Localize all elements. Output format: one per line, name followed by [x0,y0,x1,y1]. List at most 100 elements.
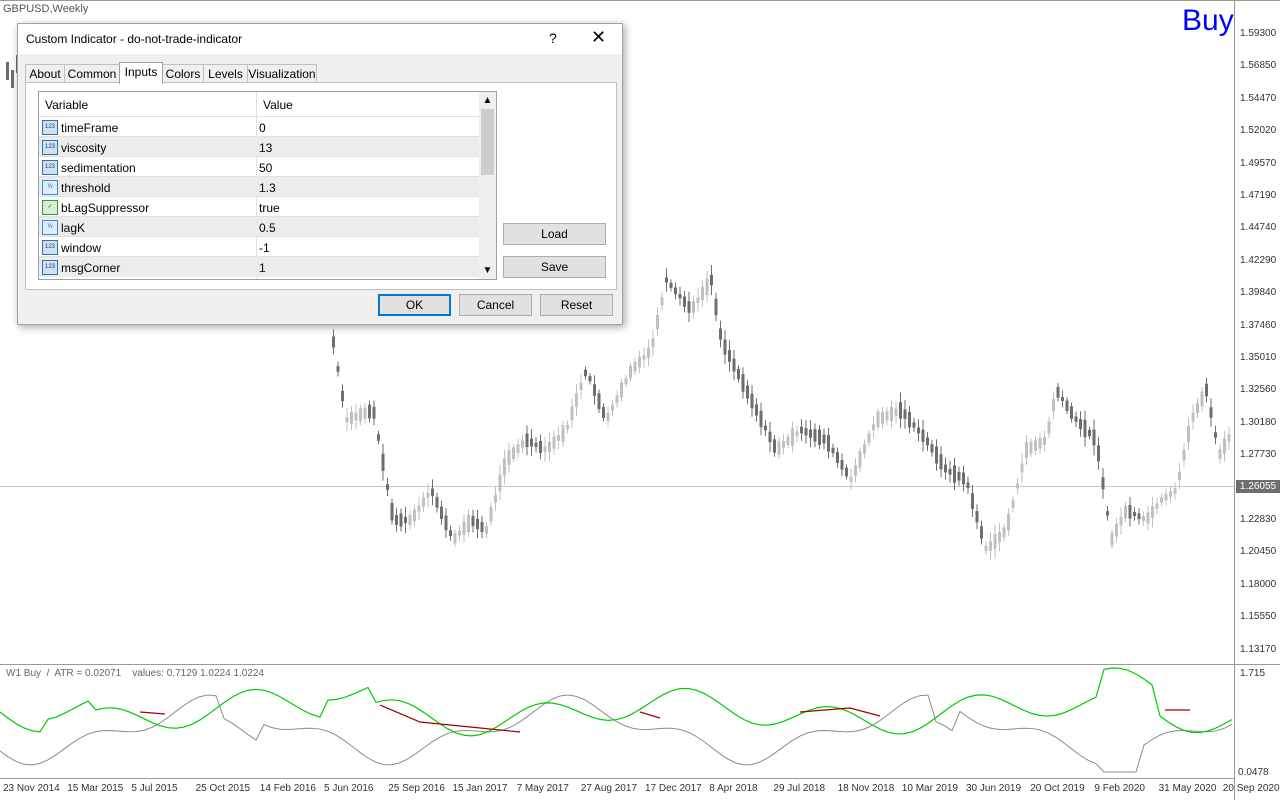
tab-colors[interactable]: Colors [162,64,204,83]
date-tick-label: 27 Aug 2017 [580,783,637,794]
param-name: viscosity [61,141,107,155]
candle-body [336,366,340,372]
double-type-icon: ½ [42,220,58,235]
load-button[interactable]: Load [503,223,606,245]
cancel-button[interactable]: Cancel [459,294,532,316]
price-tick-label: 1.35010 [1240,352,1277,363]
param-row-msgcorner[interactable]: 123 msgCorner 1 [39,256,479,277]
candle-body [350,412,353,425]
param-row-sedimentation[interactable]: 123 sedimentation 50 [39,156,479,177]
param-row-viscosity[interactable]: 123 viscosity 13 [39,136,479,157]
candle-body [917,427,920,434]
candle-body [732,358,736,372]
grid-scrollbar[interactable]: ▲ ▼ [479,92,496,279]
candle-body [1047,421,1051,434]
close-icon[interactable]: ✕ [591,27,606,48]
candle-body [669,282,673,288]
param-value[interactable]: 0.5 [259,221,276,235]
param-value[interactable]: 0 [259,121,266,135]
candle-body [516,444,520,453]
dialog-titlebar[interactable]: Custom Indicator - do-not-trade-indicato… [18,24,622,54]
candle-body [984,545,988,551]
candle-body [710,274,713,286]
param-value[interactable]: true [259,201,280,215]
candle-body [453,533,457,544]
candle-body [642,355,646,360]
candle-body [539,440,542,454]
param-name: bLagSuppressor [61,201,150,215]
candle-body [647,347,650,359]
param-row-blagsuppressor[interactable]: ✓ bLagSuppressor true [39,196,479,217]
param-value[interactable]: 1.3 [259,181,276,195]
candle-body [521,440,524,448]
param-row-threshold[interactable]: ½ threshold 1.3 [39,176,479,197]
price-tick-label: 1.13170 [1240,643,1277,655]
param-name: timeFrame [61,121,119,135]
date-tick-label: 9 Feb 2020 [1094,783,1145,794]
candle-body [773,439,776,453]
candle-body [840,459,844,470]
candle-body [1191,412,1195,422]
candle-body [921,429,925,442]
help-button[interactable]: ? [549,30,557,46]
candle-body [561,425,565,442]
candle-body [665,277,668,283]
param-value[interactable]: 13 [259,141,272,155]
scroll-thumb[interactable] [481,109,494,175]
tab-visualization[interactable]: Visualization [247,64,317,83]
date-tick-label: 20 Sep 2020 [1222,783,1280,794]
candle-body [507,450,511,465]
candle-body [845,467,848,477]
reset-button[interactable]: Reset [540,294,613,316]
candle-body [746,385,749,399]
inputs-grid: Variable Value 123 timeFrame 0 123 visco… [38,91,497,280]
candle-body [777,441,781,455]
candle-body [908,411,911,428]
candle-body [1223,438,1226,454]
param-row-lagk[interactable]: ½ lagK 0.5 [39,216,479,237]
candle-body [503,458,506,476]
candle-body [1182,449,1186,461]
candle-body [1151,506,1154,518]
param-value[interactable]: -1 [259,241,270,255]
scroll-up-icon[interactable]: ▲ [479,92,496,109]
candle-body [939,454,943,470]
scroll-down-icon[interactable]: ▼ [479,262,496,279]
candle-body [11,70,14,88]
candle-body [426,492,430,498]
candle-body [962,472,965,485]
candle-body [881,411,884,424]
candle-body [867,433,871,443]
dialog-title: Custom Indicator - do-not-trade-indicato… [26,32,243,46]
candle-body [971,493,974,509]
bool-type-icon: ✓ [42,200,58,215]
ok-button[interactable]: OK [378,294,451,316]
price-tick-label: 1.20450 [1240,546,1277,558]
param-row-timeframe[interactable]: 123 timeFrame 0 [39,116,479,137]
candle-body [332,336,335,348]
date-tick-label: 17 Dec 2017 [645,783,702,794]
candle-body [1061,396,1064,402]
candle-body [566,424,569,430]
tab-levels[interactable]: Levels [203,64,248,83]
tab-inputs[interactable]: Inputs [119,62,163,84]
column-variable[interactable]: Variable [45,98,88,112]
candle-body [692,301,695,313]
column-value[interactable]: Value [263,98,293,112]
param-value[interactable]: 1 [259,261,266,275]
tab-about[interactable]: About [25,64,65,83]
candle-body [386,484,389,490]
candle-body [1002,527,1006,538]
tab-common[interactable]: Common [64,64,120,83]
price-tick-label: 1.44740 [1240,222,1277,234]
int-type-icon: 123 [42,240,58,255]
param-value[interactable]: 50 [259,161,272,175]
save-button[interactable]: Save [503,256,606,278]
candle-body [656,314,659,330]
candle-body [525,433,529,448]
param-row-window[interactable]: 123 window -1 [39,236,479,257]
date-tick-label: 15 Mar 2015 [67,783,124,794]
candle-body [876,411,880,428]
candle-body [1173,488,1177,494]
candle-body [1025,442,1028,458]
